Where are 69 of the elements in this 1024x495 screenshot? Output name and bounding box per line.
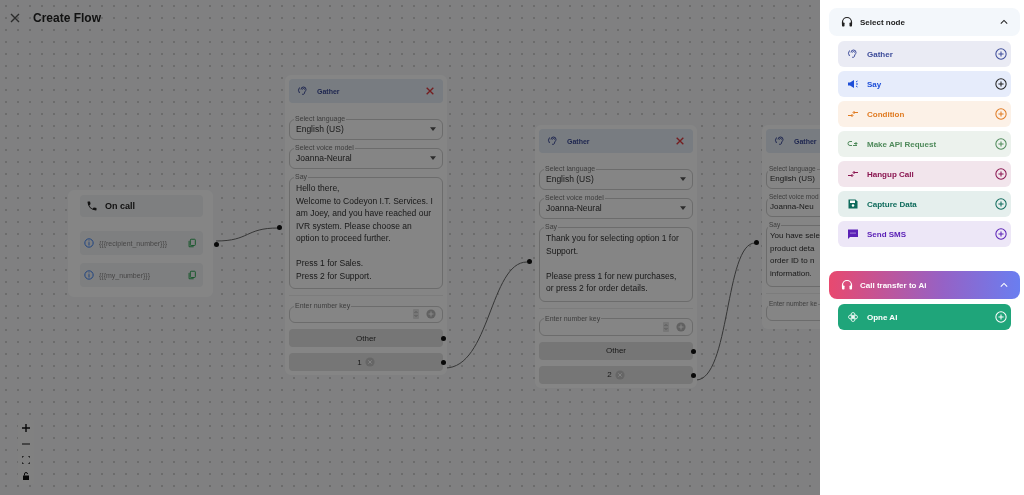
zoom-out-icon[interactable] (22, 440, 30, 448)
node-type-item[interactable]: Gather (838, 41, 1011, 67)
connection-handle[interactable] (691, 348, 696, 354)
ear-icon (847, 48, 859, 60)
add-icon[interactable] (995, 198, 1007, 210)
chevron-icon[interactable] (1000, 18, 1008, 26)
add-icon[interactable] (995, 228, 1007, 240)
connection-handle[interactable] (527, 259, 532, 264)
section-header[interactable]: Call transfer to Ai (829, 271, 1020, 299)
item-label: Send SMS (867, 229, 907, 239)
connection-handle[interactable] (441, 360, 446, 365)
option-button[interactable]: 2 (539, 365, 693, 384)
headphones-icon (841, 279, 853, 291)
node-type-item[interactable]: Send SMS (838, 221, 1011, 247)
megaphone-icon (847, 78, 859, 90)
connection-handle[interactable] (691, 372, 696, 378)
phone-icon (86, 200, 98, 212)
connector-line (215, 227, 279, 242)
option-button[interactable]: Other (289, 329, 443, 347)
connection-handle[interactable] (441, 336, 446, 341)
caret-icon (430, 127, 436, 131)
option-button[interactable]: Other (539, 341, 693, 360)
item-label: Make API Request (867, 139, 937, 149)
caret-icon (680, 177, 686, 181)
ear-icon (297, 85, 309, 97)
split-arrow-icon (847, 108, 859, 120)
headphones-icon (841, 16, 853, 28)
section-header[interactable]: Select node (829, 8, 1020, 36)
node-type-item[interactable]: Make API Request (838, 131, 1011, 157)
copy-icon[interactable] (187, 270, 197, 280)
split-arrow-icon (847, 168, 859, 180)
save-icon (847, 198, 859, 210)
close-icon[interactable] (425, 86, 435, 96)
message-icon (847, 228, 859, 240)
node-type-item[interactable]: Condition (838, 101, 1011, 127)
add-icon[interactable] (995, 168, 1007, 180)
add-icon[interactable] (995, 78, 1007, 90)
copy-icon[interactable] (187, 238, 197, 248)
node-type-item[interactable]: Opne AI (838, 304, 1011, 330)
caret-icon (430, 156, 436, 160)
item-label: Say (867, 79, 882, 89)
caret-icon (680, 206, 686, 210)
page-title: Create Flow (33, 11, 101, 25)
connection-handle[interactable] (214, 242, 219, 247)
info-icon (84, 270, 94, 280)
lock-icon[interactable] (22, 472, 30, 480)
item-label: Gather (867, 49, 893, 59)
fit-view-icon[interactable] (22, 456, 30, 464)
node-type-item[interactable]: Hangup Call (838, 161, 1011, 187)
add-icon[interactable] (995, 48, 1007, 60)
connection-handle[interactable] (277, 225, 282, 230)
section-title: Call transfer to Ai (860, 280, 927, 290)
ear-icon (774, 135, 786, 147)
item-label: Hangup Call (867, 169, 914, 179)
flower-knot-icon (847, 311, 859, 323)
ear-icon (547, 135, 559, 147)
info-icon (84, 238, 94, 248)
connection-handle[interactable] (754, 240, 759, 245)
node-type-item[interactable]: Capture Data (838, 191, 1011, 217)
zoom-in-icon[interactable] (22, 424, 30, 432)
item-label: Opne AI (867, 312, 898, 322)
section-title: Select node (860, 17, 905, 27)
close-icon[interactable] (9, 12, 21, 24)
item-label: Capture Data (867, 199, 917, 209)
node-title: On call (105, 201, 135, 211)
option-button[interactable]: 1 (289, 353, 443, 371)
close-icon[interactable] (675, 136, 685, 146)
node-type-item[interactable]: Say (838, 71, 1011, 97)
item-label: Condition (867, 109, 905, 119)
